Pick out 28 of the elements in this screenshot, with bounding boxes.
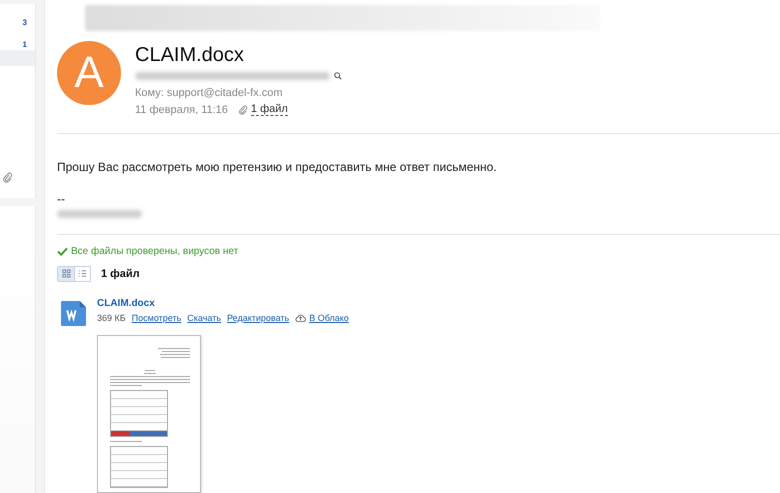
file-action-link[interactable]: Редактировать [227, 312, 290, 323]
list-view-button[interactable] [74, 266, 90, 281]
search-icon[interactable] [334, 72, 342, 80]
virus-check-status: Все файлы проверены, вирусов нет [71, 246, 238, 257]
attachments-link[interactable]: 1 файл [250, 103, 288, 116]
cloud-upload-icon[interactable] [295, 312, 306, 323]
word-document-icon [61, 300, 86, 326]
recipient: Кому: support@citadel-fx.com [135, 86, 284, 101]
file-size: 369 КБ [97, 312, 126, 323]
file-count: 1 файл [101, 268, 140, 280]
file-name-link[interactable]: CLAIM.docx [97, 298, 349, 309]
folder-item[interactable]: 3 [0, 12, 35, 32]
message-subject: CLAIM.docx [135, 42, 245, 67]
unread-count: 3 [22, 18, 27, 26]
file-action-link[interactable]: Посмотреть [132, 312, 182, 323]
paperclip-icon [2, 172, 13, 183]
file-action-link[interactable]: Скачать [187, 312, 222, 323]
checkmark-icon [57, 246, 68, 256]
grid-view-button[interactable] [58, 266, 74, 281]
message-body: Прошу Вас рассмотреть мою претензию и предоставить мне ответ письменно. [57, 160, 498, 174]
avatar: A [57, 40, 121, 105]
list-icon [78, 269, 87, 278]
paperclip-icon [238, 104, 248, 115]
save-to-cloud-link[interactable]: В Облако [309, 312, 349, 323]
grid-icon [62, 269, 70, 278]
signature-separator: -- [57, 192, 66, 206]
message-date: 11 февраля, 11:16 [135, 102, 228, 118]
unread-count: 1 [22, 40, 27, 48]
